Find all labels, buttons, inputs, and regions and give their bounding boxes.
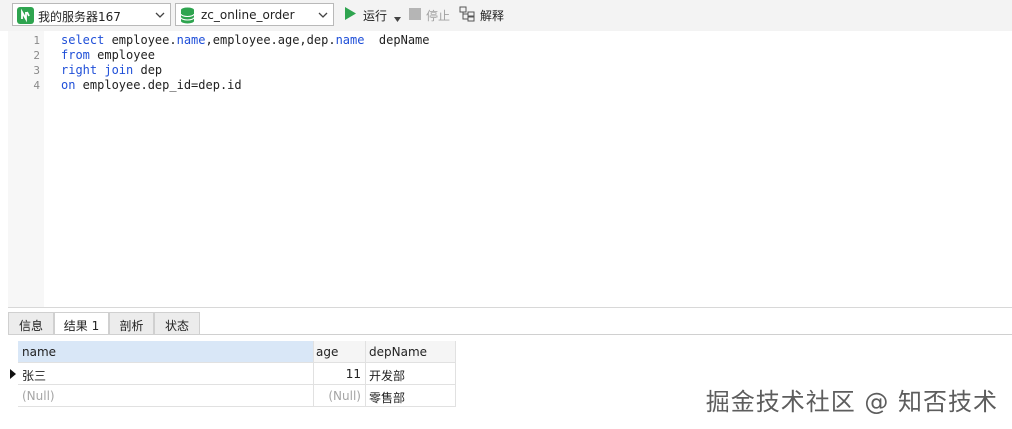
- sql-keyword: name: [176, 33, 206, 47]
- database-name: zc_online_order: [201, 8, 295, 22]
- cell-text: (Null): [22, 389, 55, 403]
- sql-keyword: name: [335, 33, 365, 47]
- column-header-depname[interactable]: depName: [366, 341, 456, 363]
- explain-icon: [459, 6, 475, 25]
- tab-profile[interactable]: 剖析: [109, 312, 154, 335]
- code-line: select employee.name,employee.age,dep.na…: [61, 33, 430, 47]
- line-number: 1: [33, 34, 40, 47]
- table-cell[interactable]: (Null): [314, 385, 366, 407]
- line-number: 4: [33, 79, 40, 92]
- table-cell[interactable]: 张三: [18, 363, 314, 385]
- table-cell[interactable]: 开发部: [366, 363, 456, 385]
- column-header-label: depName: [369, 345, 428, 359]
- tab-label: 剖析: [119, 319, 144, 333]
- tab-label: 状态: [164, 319, 189, 333]
- stop-icon: [409, 8, 421, 23]
- sql-editor[interactable]: 1 2 3 4 select employee.name,employee.ag…: [8, 31, 1012, 307]
- database-select[interactable]: zc_online_order: [175, 3, 334, 26]
- connection-select[interactable]: 我的服务器167: [12, 3, 171, 26]
- connection-name: 我的服务器167: [38, 10, 121, 24]
- sql-keyword: from: [61, 48, 90, 62]
- column-header-label: name: [22, 345, 57, 359]
- watermark: 掘金技术社区 @ 知否技术: [705, 388, 998, 416]
- tab-result-1[interactable]: 结果 1: [54, 312, 109, 335]
- stop-label: 停止: [426, 9, 451, 23]
- chevron-down-icon: [155, 9, 165, 23]
- sql-keyword: select: [61, 33, 105, 47]
- explain-label: 解释: [480, 9, 505, 23]
- tab-divider: [8, 334, 1012, 335]
- toolbar: 我的服务器167 zc_online_order 运行 停止 解释: [0, 0, 1012, 31]
- table-cell[interactable]: 11: [314, 363, 366, 385]
- line-number-gutter: 1 2 3 4: [8, 31, 44, 307]
- code-text: employee: [89, 48, 155, 62]
- sql-keyword: right join: [61, 63, 134, 77]
- play-icon: [344, 7, 356, 23]
- tab-info[interactable]: 信息: [8, 312, 54, 335]
- line-number: 3: [33, 64, 40, 77]
- code-text: ,employee.age,dep.: [205, 33, 336, 47]
- tab-status[interactable]: 状态: [154, 312, 200, 335]
- chevron-down-icon: [318, 9, 328, 23]
- column-header-name[interactable]: name: [18, 341, 314, 363]
- column-header-label: age: [316, 345, 339, 359]
- sql-keyword: on: [61, 78, 76, 92]
- code-text: employee.dep_id=dep.id: [75, 78, 242, 92]
- run-dropdown-icon[interactable]: [394, 11, 401, 25]
- code-text: employee.: [104, 33, 177, 47]
- tab-label: 结果 1: [63, 319, 100, 333]
- column-header-age[interactable]: age: [314, 341, 366, 363]
- database-icon: [180, 7, 195, 27]
- tab-label: 信息: [18, 319, 43, 333]
- code-line: right join dep: [61, 63, 162, 77]
- code-text: dep: [133, 63, 163, 77]
- cell-text: 开发部: [369, 369, 406, 383]
- cell-text: 11: [345, 367, 361, 381]
- row-pointer-icon: [10, 368, 16, 382]
- code-line: on employee.dep_id=dep.id: [61, 78, 242, 92]
- cell-text: 零售部: [369, 391, 406, 405]
- run-label: 运行: [363, 9, 388, 23]
- table-cell[interactable]: 零售部: [366, 385, 456, 407]
- connection-icon: [17, 7, 34, 27]
- table-cell[interactable]: (Null): [18, 385, 314, 407]
- code-text: depName: [364, 33, 430, 47]
- line-number: 2: [33, 49, 40, 62]
- cell-text: 张三: [22, 369, 47, 383]
- cell-text: (Null): [328, 389, 361, 403]
- code-line: from employee: [61, 48, 155, 62]
